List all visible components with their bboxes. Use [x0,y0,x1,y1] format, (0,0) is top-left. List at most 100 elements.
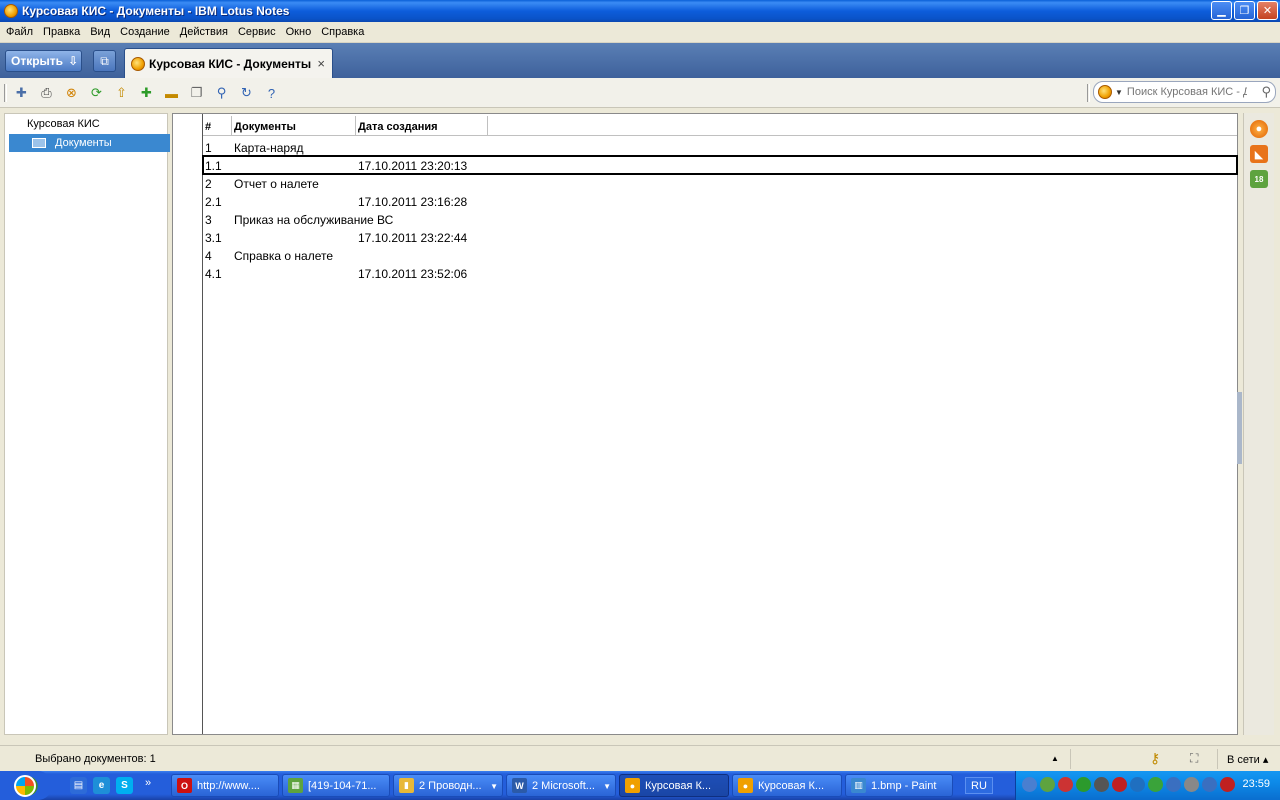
menu-item[interactable]: Создание [116,26,176,38]
stop-icon[interactable]: ⊗ [62,84,81,102]
row-number: 4.1 [205,267,222,281]
table-row[interactable]: 3 Приказ на обслуживание ВС [203,210,1237,228]
task-label: 2 Проводн... [419,779,482,792]
tray-network-icon[interactable] [1058,777,1073,792]
search-grip[interactable] [1087,84,1090,102]
quick-launch-more-icon[interactable]: » [145,777,151,794]
ie-icon[interactable]: e [93,777,110,794]
table-row[interactable]: 1.1 17.10.2011 23:20:13 [202,155,1238,175]
menu-item[interactable]: Сервис [234,26,282,38]
menu-item[interactable]: Правка [39,26,86,38]
table-row[interactable]: 2.1 17.10.2011 23:16:28 [203,192,1237,210]
navigator-db-title[interactable]: Курсовая КИС [27,118,100,130]
table-row[interactable]: 3.1 17.10.2011 23:22:44 [203,228,1237,246]
menu-item[interactable]: Вид [86,26,116,38]
tab-documents-view[interactable]: Курсовая КИС - Документы × [124,48,333,78]
taskbar-button[interactable]: ▮ 2 Проводн... ▼ [393,774,503,797]
taskbar-button[interactable]: ▥ 1.bmp - Paint [845,774,953,797]
status-messages-up-icon[interactable]: ▲ [1051,754,1059,763]
taskbar: ▤ e S » Ohttp://www.... ▦ [419-104-71... ▮ 2 Пр… [0,771,1280,800]
task-app-icon: ▥ [851,778,866,793]
windows-logo-icon [14,775,36,797]
open-button-label: Открыть [11,54,64,68]
feeds-icon[interactable]: ◣ [1250,145,1268,163]
task-app-icon: ● [738,778,753,793]
column-header-number[interactable]: # [203,116,232,136]
toolbar-grip[interactable] [4,84,7,102]
refresh-green-icon[interactable]: ⟳ [87,84,106,102]
taskbar-buttons: Ohttp://www.... ▦ [419-104-71... ▮ 2 Проводн… [171,774,953,797]
key-icon[interactable]: ⚷ [1150,750,1160,767]
copy-icon[interactable]: ❐ [187,84,206,102]
taskbar-button[interactable]: ▦ [419-104-71... [282,774,390,797]
task-group-dropdown-icon[interactable]: ▼ [490,782,498,791]
tray-clock-icon[interactable] [1184,777,1199,792]
close-button[interactable]: ✕ [1257,1,1278,20]
reload-icon[interactable]: ↻ [237,84,256,102]
table-row[interactable]: 4 Справка о налете [203,246,1237,264]
location-icon[interactable]: ⛶ [1190,751,1198,766]
tray-wifi-icon[interactable] [1202,777,1217,792]
view-margin[interactable] [173,114,203,734]
menu-item[interactable]: Справка [317,26,370,38]
start-button[interactable] [0,771,52,800]
open-button[interactable]: Открыть ⇩ [5,50,82,72]
column-header-created[interactable]: Дата создания [356,116,488,136]
view-icon [32,138,46,148]
search-icon[interactable]: ⚲ [1261,84,1271,100]
tray-app-icon[interactable] [1112,777,1127,792]
help-icon[interactable]: ? [262,84,281,102]
expand-all-icon[interactable]: ✚ [137,84,156,102]
tray-signal-icon[interactable] [1148,777,1163,792]
new-document-icon[interactable]: ✚ [12,84,31,102]
lotus-notes-icon [4,4,18,18]
task-group-dropdown-icon[interactable]: ▼ [603,782,611,791]
language-indicator[interactable]: RU [965,777,993,794]
restore-button[interactable]: ❐ [1234,1,1255,20]
column-header-row: # Документы Дата создания [203,116,1237,136]
collapse-all-icon[interactable]: ▬ [162,84,181,102]
calendar-icon[interactable]: 18 [1250,170,1268,188]
tab-close-icon[interactable]: × [317,56,325,71]
table-row[interactable]: 2 Отчет о налете [203,174,1237,192]
taskbar-button[interactable]: Ohttp://www.... [171,774,279,797]
tray-display-icon[interactable] [1130,777,1145,792]
online-status[interactable]: В сети ▴ [1227,753,1268,766]
minimize-button[interactable]: ▁ [1211,1,1232,20]
column-header-documents[interactable]: Документы [232,116,356,136]
tray-media-icon[interactable] [1094,777,1109,792]
row-created-date: 17.10.2011 23:52:06 [358,267,468,281]
clock[interactable]: 23:59 [1242,778,1270,790]
search-input[interactable] [1126,86,1247,98]
up-arrow-icon[interactable]: ⇧ [112,84,131,102]
skype-icon[interactable]: S [116,777,133,794]
row-document-title: Отчет о налете [234,177,319,191]
tray-usb-icon[interactable] [1220,777,1235,792]
taskbar-button[interactable]: ● Курсовая К... [619,774,729,797]
tray-update-icon[interactable] [1076,777,1091,792]
menu-item[interactable]: Окно [282,26,318,38]
row-created-date: 17.10.2011 23:20:13 [358,159,468,173]
table-row[interactable]: 1 Карта-наряд [203,138,1237,156]
tray-shield-icon[interactable] [1040,777,1055,792]
search-scope-dropdown-icon[interactable]: ▼ [1115,88,1123,97]
task-app-icon: ● [625,778,640,793]
navigator-item-documents[interactable]: Документы [9,134,170,152]
tray-volume-icon[interactable] [1166,777,1181,792]
right-panel-splitter[interactable] [1237,392,1242,464]
table-row[interactable]: 4.1 17.10.2011 23:52:06 [203,264,1237,282]
tray-people-icon[interactable] [1022,777,1037,792]
menu-item[interactable]: Файл [2,26,39,38]
print-icon[interactable]: ⎙ [37,84,56,102]
search-box[interactable]: ▼ ⚲ [1093,81,1276,103]
sametime-icon[interactable]: ● [1250,120,1268,138]
menu-item[interactable]: Действия [176,26,234,38]
find-icon[interactable]: ⚲ [212,84,231,102]
taskbar-button[interactable]: ● Курсовая К... [732,774,842,797]
taskbar-button[interactable]: W 2 Microsoft... ▼ [506,774,616,797]
task-label: 1.bmp - Paint [871,779,937,792]
show-desktop-icon[interactable]: ▤ [70,777,87,794]
window-list-button[interactable]: ⧉ [93,50,116,72]
tray-icons [1022,777,1235,792]
search-scope-icon[interactable] [1098,85,1112,99]
